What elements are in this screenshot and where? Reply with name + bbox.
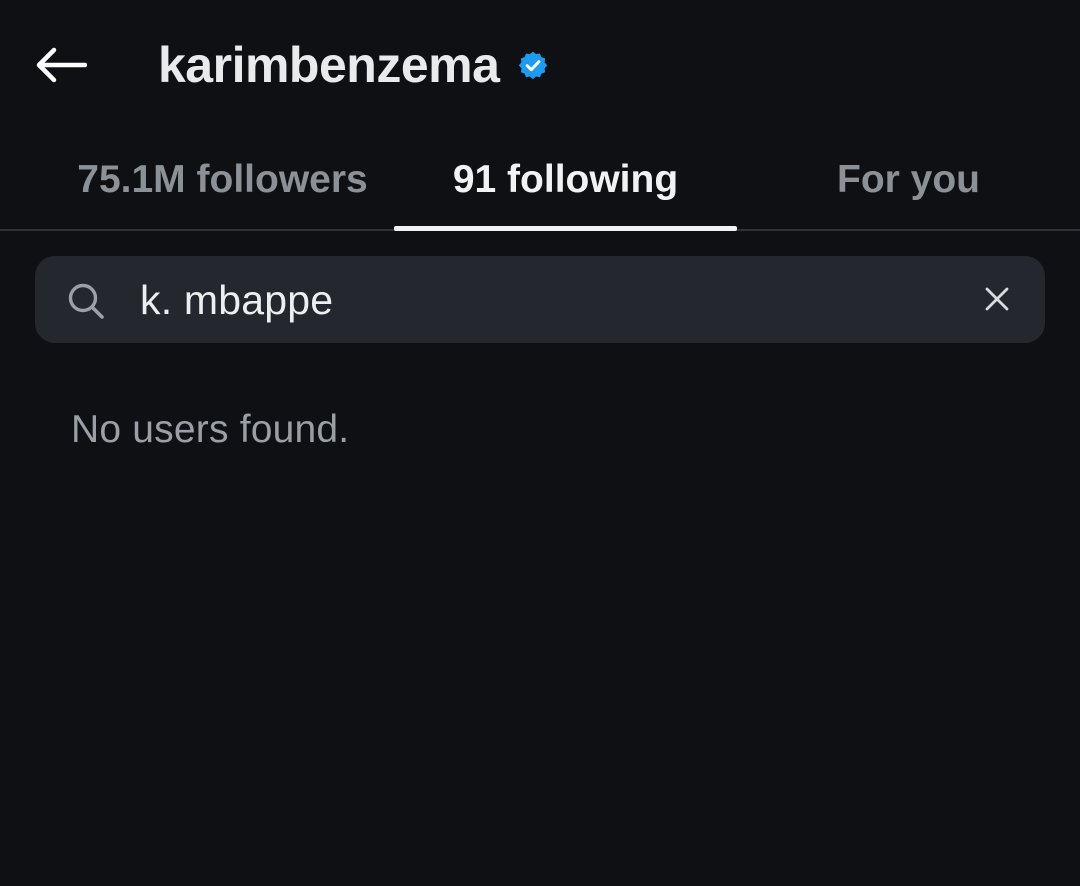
back-button[interactable]	[28, 34, 94, 96]
tab-bar: 75.1M followers 91 following For you	[0, 130, 1080, 231]
tab-followers[interactable]: 75.1M followers	[50, 130, 395, 229]
top-bar: karimbenzema	[0, 0, 1080, 130]
verified-badge-icon	[519, 51, 548, 80]
tab-for-you[interactable]: For you	[737, 130, 1080, 229]
profile-title: karimbenzema	[158, 34, 549, 96]
following-search-screen: karimbenzema 75.1M followers 91 followin…	[0, 0, 1080, 886]
active-tab-indicator	[394, 226, 737, 231]
no-results-message: No users found.	[71, 408, 350, 451]
clear-search-button[interactable]	[972, 274, 1022, 324]
close-icon	[985, 287, 1009, 311]
search-input[interactable]: k. mbappe	[140, 262, 940, 338]
search-icon	[68, 283, 104, 319]
profile-username: karimbenzema	[158, 37, 500, 93]
tab-following[interactable]: 91 following	[394, 130, 737, 229]
arrow-left-icon	[36, 47, 87, 83]
